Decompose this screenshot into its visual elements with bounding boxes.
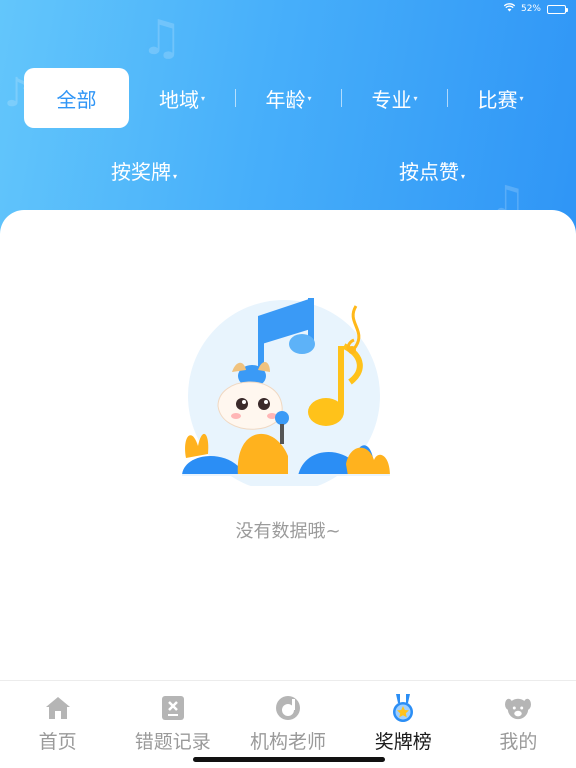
dropdown-arrow-icon: ▾ [519,93,524,103]
tab-label: 首页 [38,731,77,753]
sort-arrow-icon: ▾ [172,171,177,181]
filter-tab-all[interactable]: 全部 [24,68,129,128]
status-bar: 52% [503,0,576,18]
filter-tab-label: 年龄 [265,87,306,112]
tab-label: 奖牌榜 [374,731,432,753]
sort-by-medal[interactable]: 按奖牌 ▾ [0,156,288,185]
music-note-decoration: ♫ [140,10,184,66]
sort-label: 按点赞 [398,159,459,184]
tab-teacher[interactable]: 机构老师 [230,681,345,768]
home-icon [45,695,71,721]
wifi-icon [503,3,516,15]
tab-label: 机构老师 [250,731,327,753]
filter-tab-label: 比赛 [477,87,518,112]
filter-tab-age[interactable]: 年龄 ▾ [236,68,341,128]
sort-arrow-icon: ▾ [460,171,465,181]
filter-tab-label: 专业 [371,87,412,112]
teacher-icon [275,695,301,721]
empty-state-illustration [182,298,390,486]
bottom-tab-bar: 首页 错题记录 机构老师 奖牌榜 我的 [0,680,576,768]
tab-wrong-record[interactable]: 错题记录 [115,681,230,768]
battery-icon [547,4,568,14]
tab-label: 错题记录 [134,731,211,753]
wrong-record-icon [160,695,186,721]
sort-filter-bar: 按奖牌 ▾ 按点赞 ▾ [0,148,576,192]
dropdown-arrow-icon: ▾ [200,93,205,103]
tab-profile[interactable]: 我的 [461,681,576,768]
empty-state-message: 没有数据哦~ [235,521,341,542]
sort-label: 按奖牌 [110,159,171,184]
filter-tab-competition[interactable]: 比赛 ▾ [448,68,553,128]
tab-label: 我的 [499,731,538,753]
home-indicator [193,757,385,762]
profile-icon [505,695,532,721]
sort-by-likes[interactable]: 按点赞 ▾ [288,156,576,185]
filter-tab-region[interactable]: 地域 ▾ [129,68,235,128]
filter-tab-label: 地域 [158,87,199,112]
dropdown-arrow-icon: ▾ [413,93,418,103]
dropdown-arrow-icon: ▾ [307,93,312,103]
filter-tab-major[interactable]: 专业 ▾ [342,68,447,128]
medal-icon [390,694,416,722]
content-card: 没有数据哦~ [0,210,576,680]
primary-filter-bar: 全部 地域 ▾ 年龄 ▾ 专业 ▾ 比赛 ▾ [0,68,576,128]
battery-percent: 52% [520,4,541,14]
tab-medal-ranking[interactable]: 奖牌榜 [346,681,461,768]
filter-tab-label: 全部 [56,87,97,112]
tab-home[interactable]: 首页 [0,681,115,768]
